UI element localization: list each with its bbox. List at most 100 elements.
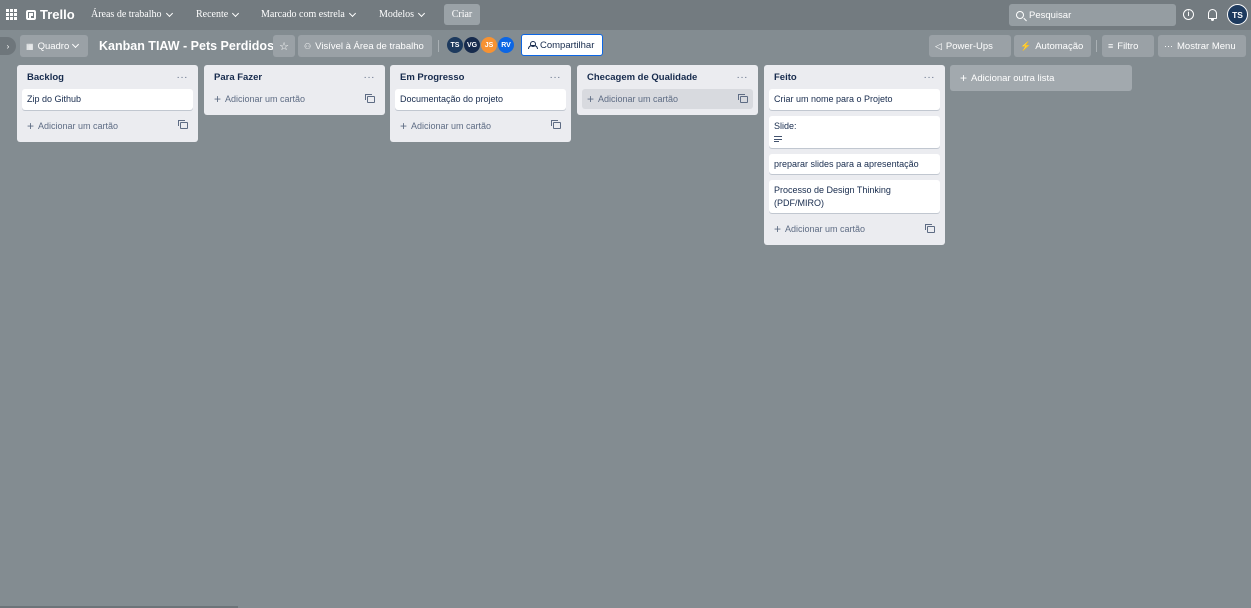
list-checagem-de-qualidade: Checagem de Qualidade ··· + Adicionar um … [577, 65, 758, 115]
create-button[interactable]: Criar [444, 4, 480, 25]
card-template-icon[interactable] [738, 93, 748, 103]
chevron-down-icon [72, 40, 80, 49]
card-template-icon[interactable] [178, 120, 188, 129]
chevron-right-icon: › [6, 41, 10, 51]
board-view-switcher[interactable]: ▦ Quadro [20, 35, 88, 57]
board-view-label: Quadro [37, 40, 70, 52]
logo-text: Trello [40, 7, 75, 22]
more-dots-icon: ··· [1164, 41, 1173, 51]
plus-icon: + [960, 71, 968, 85]
chevron-down-icon [232, 9, 240, 17]
trello-logo-icon [26, 9, 36, 20]
board-view-icon: ▦ [26, 41, 34, 51]
list-title[interactable]: Em Progresso [400, 72, 464, 83]
search-placeholder: Pesquisar [1029, 9, 1072, 21]
share-label: Compartilhar [540, 39, 595, 51]
nav-templates-label: Modelos [379, 9, 414, 20]
nav-recent-label: Recente [196, 9, 229, 20]
add-card-button[interactable]: + Adicionar um cartão [582, 89, 753, 109]
plus-icon: + [214, 92, 222, 106]
add-card-label: Adicionar um cartão [38, 120, 119, 131]
list-title[interactable]: Backlog [27, 72, 64, 83]
card-template-icon[interactable] [551, 120, 561, 129]
add-list-label: Adicionar outra lista [971, 72, 1055, 84]
add-card-label: Adicionar um cartão [411, 120, 492, 131]
list-header: Em Progresso ··· [395, 65, 566, 89]
member-avatar[interactable]: RV [497, 36, 515, 54]
list-menu-icon[interactable]: ··· [177, 72, 189, 83]
powerups-button[interactable]: ◁ Power-Ups [929, 35, 1011, 57]
search-input[interactable]: Pesquisar [1009, 4, 1176, 26]
search-icon [1016, 11, 1024, 19]
card[interactable]: Processo de Design Thinking (PDF/MIRO) [769, 180, 940, 213]
board-title[interactable]: Kanban TIAW - Pets Perdidos [99, 39, 274, 53]
nav-starred-label: Marcado com estrela [261, 9, 345, 20]
divider [438, 40, 439, 52]
description-icon [774, 136, 782, 142]
card[interactable]: Criar um nome para o Projeto [769, 89, 940, 110]
list-header: Para Fazer ··· [209, 65, 380, 89]
filter-icon: ≡ [1108, 41, 1114, 51]
automation-button[interactable]: ⚡ Automação [1014, 35, 1091, 57]
nav-starred[interactable]: Marcado com estrela [261, 9, 356, 20]
list-menu-icon[interactable]: ··· [550, 72, 562, 83]
list-header: Checagem de Qualidade ··· [582, 65, 753, 89]
show-menu-button[interactable]: ··· Mostrar Menu [1158, 35, 1246, 57]
list-menu-icon[interactable]: ··· [924, 72, 936, 83]
add-card-button[interactable]: + Adicionar um cartão [769, 219, 940, 239]
nav-workspaces-label: Áreas de trabalho [91, 9, 162, 20]
card-template-icon[interactable] [925, 223, 935, 233]
list-em-progresso: Em Progresso ··· Documentação do projeto… [390, 65, 571, 142]
sidebar-expand-button[interactable]: › [0, 37, 16, 55]
add-card-button[interactable]: + Adicionar um cartão [22, 116, 193, 136]
nav-templates[interactable]: Modelos [379, 9, 426, 20]
filter-button[interactable]: ≡ Filtro [1102, 35, 1154, 57]
add-list-button[interactable]: + Adicionar outra lista [950, 65, 1132, 91]
rocket-icon: ◁ [935, 40, 942, 51]
member-avatar[interactable]: TS [446, 36, 464, 54]
add-card-button[interactable]: + Adicionar um cartão [209, 89, 380, 109]
list-title[interactable]: Feito [774, 72, 797, 83]
card[interactable]: preparar slides para a apresentação [769, 153, 940, 174]
automation-label: Automação [1035, 40, 1084, 52]
list-header: Feito ··· [769, 65, 940, 89]
card[interactable]: Zip do Github [22, 89, 193, 110]
powerups-label: Power-Ups [945, 40, 993, 52]
list-menu-icon[interactable]: ··· [737, 72, 749, 83]
account-avatar[interactable]: TS [1227, 4, 1248, 25]
apps-grid-icon[interactable] [6, 9, 17, 20]
visibility-button[interactable]: ⚇ Visível à Área de trabalho [298, 35, 432, 57]
list-title[interactable]: Para Fazer [214, 72, 262, 83]
plus-icon: + [587, 92, 595, 106]
workspace-visibility-icon: ⚇ [304, 41, 312, 51]
member-avatar[interactable]: JS [480, 36, 498, 54]
card[interactable]: Slide: [769, 115, 940, 148]
plus-icon: + [774, 222, 782, 236]
menu-label: Mostrar Menu [1177, 40, 1236, 52]
add-card-button[interactable]: + Adicionar um cartão [395, 116, 566, 136]
plus-icon: + [27, 118, 35, 133]
plus-icon: + [400, 118, 408, 133]
card[interactable]: Documentação do projeto [395, 89, 566, 110]
list-para-fazer: Para Fazer ··· + Adicionar um cartão [204, 65, 385, 115]
list-backlog: Backlog ··· Zip do Github + Adicionar um … [17, 65, 198, 142]
card-title: Slide: [774, 120, 797, 131]
nav-workspaces[interactable]: Áreas de trabalho [91, 9, 173, 20]
member-avatar[interactable]: VG [463, 36, 481, 54]
trello-logo[interactable]: Trello [26, 7, 75, 22]
filter-label: Filtro [1117, 40, 1139, 52]
card-template-icon[interactable] [365, 93, 375, 103]
info-icon[interactable]: i [1183, 9, 1194, 20]
lightning-icon: ⚡ [1020, 40, 1032, 51]
chevron-down-icon [165, 9, 173, 17]
add-card-label: Adicionar um cartão [225, 94, 306, 104]
divider [1096, 40, 1097, 52]
list-title[interactable]: Checagem de Qualidade [587, 72, 697, 83]
chevron-down-icon [417, 9, 426, 17]
share-button[interactable]: Compartilhar [521, 34, 603, 56]
notification-bell-icon[interactable] [1208, 9, 1217, 21]
list-menu-icon[interactable]: ··· [364, 72, 376, 83]
star-board-button[interactable]: ☆ [273, 35, 295, 57]
add-card-label: Adicionar um cartão [785, 224, 866, 234]
nav-recent[interactable]: Recente [196, 9, 240, 20]
